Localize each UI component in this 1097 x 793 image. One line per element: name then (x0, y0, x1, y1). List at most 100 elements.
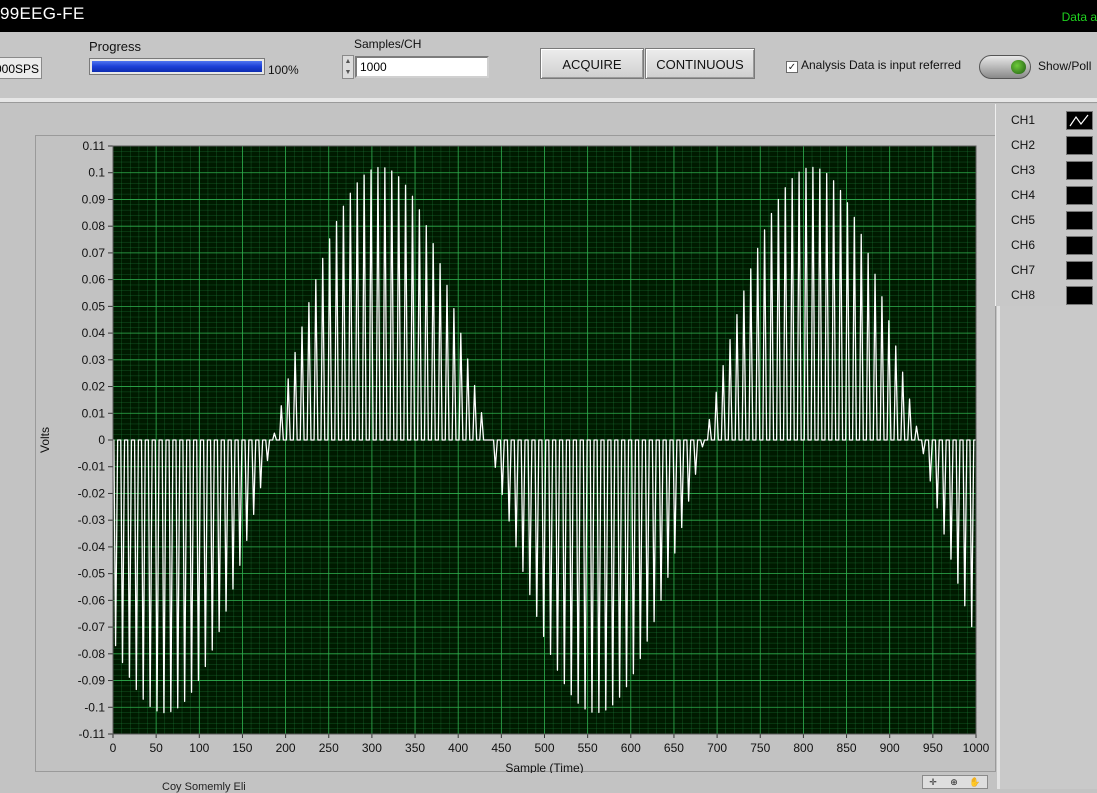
samples-input[interactable] (355, 56, 489, 78)
legend-item-label: CH4 (1011, 188, 1036, 202)
legend-swatch[interactable] (1066, 211, 1093, 230)
spin-down-icon[interactable]: ▼ (345, 69, 352, 76)
y-tick-label: 0.09 (82, 192, 106, 206)
x-tick-label: 1000 (963, 741, 990, 755)
y-tick-label: 0.11 (83, 139, 106, 153)
line-swatch-icon (1069, 114, 1089, 127)
legend-item-label: CH6 (1011, 238, 1036, 252)
legend-item-label: CH1 (1011, 113, 1036, 127)
x-tick-label: 700 (707, 741, 727, 755)
legend-item-label: CH2 (1011, 138, 1036, 152)
x-tick-label: 250 (319, 741, 339, 755)
y-tick-label: 0.08 (82, 219, 106, 233)
y-tick-label: -0.11 (79, 727, 106, 741)
progress-label: Progress (89, 39, 142, 54)
y-tick-label: -0.07 (78, 620, 106, 634)
legend-item-label: CH5 (1011, 213, 1036, 227)
title-bar: 99EEG-FE Data a (0, 0, 1097, 32)
y-tick-label: 0.05 (82, 299, 106, 313)
status-text: Data a (1061, 10, 1097, 24)
x-tick-label: 0 (110, 741, 117, 755)
x-tick-label: 900 (880, 741, 900, 755)
legend-item-ch2[interactable]: CH2 (1006, 133, 1093, 158)
continuous-button[interactable]: CONTINUOUS (645, 48, 755, 79)
pan-hand-icon[interactable]: ✋ (968, 777, 982, 788)
x-tick-label: 100 (189, 741, 209, 755)
show-poll-toggle[interactable] (979, 55, 1031, 79)
y-tick-label: -0.05 (78, 567, 106, 581)
legend-swatch[interactable] (1066, 136, 1093, 155)
y-axis-label: Volts (38, 427, 52, 453)
y-tick-label: 0.06 (82, 273, 106, 287)
legend-swatch[interactable] (1066, 161, 1093, 180)
sample-rate-display[interactable]: 000SPS (0, 57, 42, 79)
samples-spinner[interactable]: ▲ ▼ (342, 55, 354, 79)
progress-fill (92, 61, 262, 72)
x-tick-label: 850 (837, 741, 857, 755)
channel-legend: CH1 CH2 CH3 CH4 CH5 CH6 CH7 CH8 (995, 104, 1097, 306)
legend-item-label: CH3 (1011, 163, 1036, 177)
crosshair-icon[interactable]: ✛ (926, 777, 940, 788)
x-tick-label: 600 (621, 741, 641, 755)
legend-item-ch5[interactable]: CH5 (1006, 208, 1093, 233)
zoom-icon[interactable]: ⊕ (947, 777, 961, 788)
y-tick-label: -0.03 (78, 513, 106, 527)
right-panel (997, 306, 1097, 789)
y-tick-label: -0.1 (84, 700, 105, 714)
x-tick-label: 50 (149, 741, 163, 755)
y-tick-label: 0.07 (82, 246, 106, 260)
waveform-graph: 0 50 100 150 200 250 300 350 400 450 500 550 600 650 7… (35, 135, 997, 773)
legend-swatch[interactable] (1066, 236, 1093, 255)
x-tick-label: 650 (664, 741, 684, 755)
legend-item-ch3[interactable]: CH3 (1006, 158, 1093, 183)
acquire-button[interactable]: ACQUIRE (540, 48, 644, 79)
window-title: 99EEG-FE (0, 4, 85, 23)
x-tick-label: 300 (362, 741, 382, 755)
legend-swatch[interactable] (1066, 186, 1093, 205)
y-tick-label: -0.06 (78, 593, 106, 607)
y-tick-label: 0.03 (82, 353, 106, 367)
progress-value: 100% (268, 63, 299, 77)
y-tick-label: 0.01 (82, 406, 106, 420)
legend-item-ch4[interactable]: CH4 (1006, 183, 1093, 208)
x-tick-label: 400 (448, 741, 468, 755)
y-tick-label: -0.02 (78, 486, 106, 500)
x-tick-label: 550 (578, 741, 598, 755)
legend-swatch[interactable] (1066, 111, 1093, 130)
legend-item-label: CH7 (1011, 263, 1036, 277)
toggle-led-icon (1011, 60, 1026, 74)
progress-bar (89, 58, 265, 75)
x-tick-label: 800 (793, 741, 813, 755)
waveform-plot[interactable]: 0 50 100 150 200 250 300 350 400 450 500 550 600 650 7… (36, 136, 997, 773)
x-tick-label: 500 (534, 741, 554, 755)
y-tick-label: -0.04 (78, 540, 106, 554)
x-tick-label: 150 (232, 741, 252, 755)
y-tick-label: 0 (98, 433, 105, 447)
x-tick-label: 950 (923, 741, 943, 755)
y-tick-label: 0.1 (88, 166, 105, 180)
spin-up-icon[interactable]: ▲ (345, 58, 352, 65)
analysis-checkbox[interactable]: ✓ (786, 61, 798, 73)
legend-swatch[interactable] (1066, 286, 1093, 305)
x-tick-label: 450 (491, 741, 511, 755)
x-tick-label: 200 (276, 741, 296, 755)
toolbar-divider (0, 98, 1097, 103)
show-poll-label: Show/Poll (1038, 59, 1092, 73)
check-icon: ✓ (787, 62, 797, 73)
y-tick-label: -0.08 (78, 647, 106, 661)
legend-item-ch8[interactable]: CH8 (1006, 283, 1093, 308)
legend-item-ch6[interactable]: CH6 (1006, 233, 1093, 258)
y-tick-label: 0.04 (82, 326, 106, 340)
y-tick-label: -0.01 (78, 460, 106, 474)
samples-control: ▲ ▼ (342, 55, 489, 79)
x-axis-label: Sample (Time) (505, 761, 583, 773)
bottom-label: Coy Somemly Eli (162, 781, 246, 793)
analysis-checkbox-label: Analysis Data is input referred (801, 58, 962, 72)
legend-item-ch7[interactable]: CH7 (1006, 258, 1093, 283)
legend-item-ch1[interactable]: CH1 (1006, 108, 1093, 133)
x-tick-label: 350 (405, 741, 425, 755)
legend-swatch[interactable] (1066, 261, 1093, 280)
legend-item-label: CH8 (1011, 288, 1036, 302)
y-tick-label: 0.02 (82, 380, 106, 394)
samples-label: Samples/CH (354, 37, 422, 51)
